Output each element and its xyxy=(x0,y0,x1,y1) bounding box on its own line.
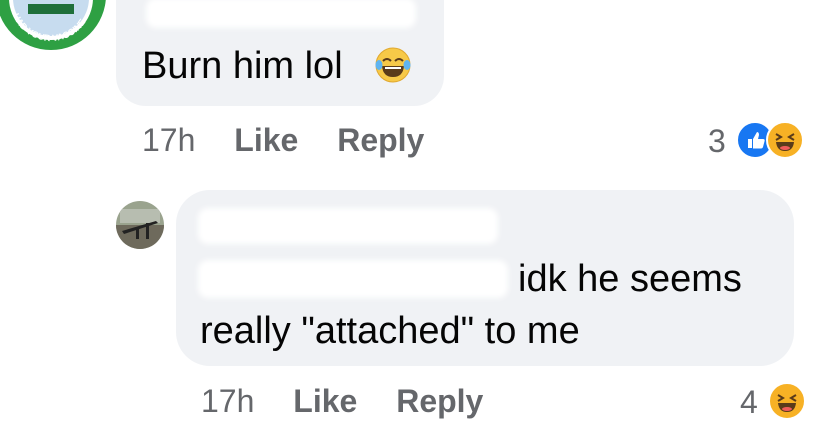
reaction-count: 4 xyxy=(740,384,758,420)
redacted-text xyxy=(198,260,508,298)
comment-text-line1: idk he seems xyxy=(518,258,742,300)
haha-reaction-icon xyxy=(768,382,806,420)
redacted-author-name xyxy=(146,0,416,28)
reply-button[interactable]: Reply xyxy=(337,122,424,158)
comment-meta: 17h Like Reply xyxy=(142,122,424,158)
comment-time[interactable]: 17h xyxy=(201,383,254,419)
haha-reaction-icon xyxy=(766,121,804,159)
like-button[interactable]: Like xyxy=(293,383,357,419)
comment-bubble: idk he seems really "attached" to me xyxy=(176,190,794,366)
comment-text: Burn him lol xyxy=(142,45,343,87)
reaction-count: 3 xyxy=(708,123,726,159)
comment-text-line2: really "attached" to me xyxy=(200,310,580,352)
like-button[interactable]: Like xyxy=(234,122,298,158)
reply-button[interactable]: Reply xyxy=(396,383,483,419)
comment-bubble: Burn him lol xyxy=(116,0,444,106)
avatar[interactable] xyxy=(116,201,164,249)
avatar-vaccine-badge[interactable]: HAD YOUR VACCINE xyxy=(0,0,106,50)
comment-meta: 17h Like Reply xyxy=(201,383,483,419)
laughing-tears-emoji-icon xyxy=(374,46,412,89)
redacted-author-name xyxy=(198,208,498,244)
comment-time[interactable]: 17h xyxy=(142,122,195,158)
